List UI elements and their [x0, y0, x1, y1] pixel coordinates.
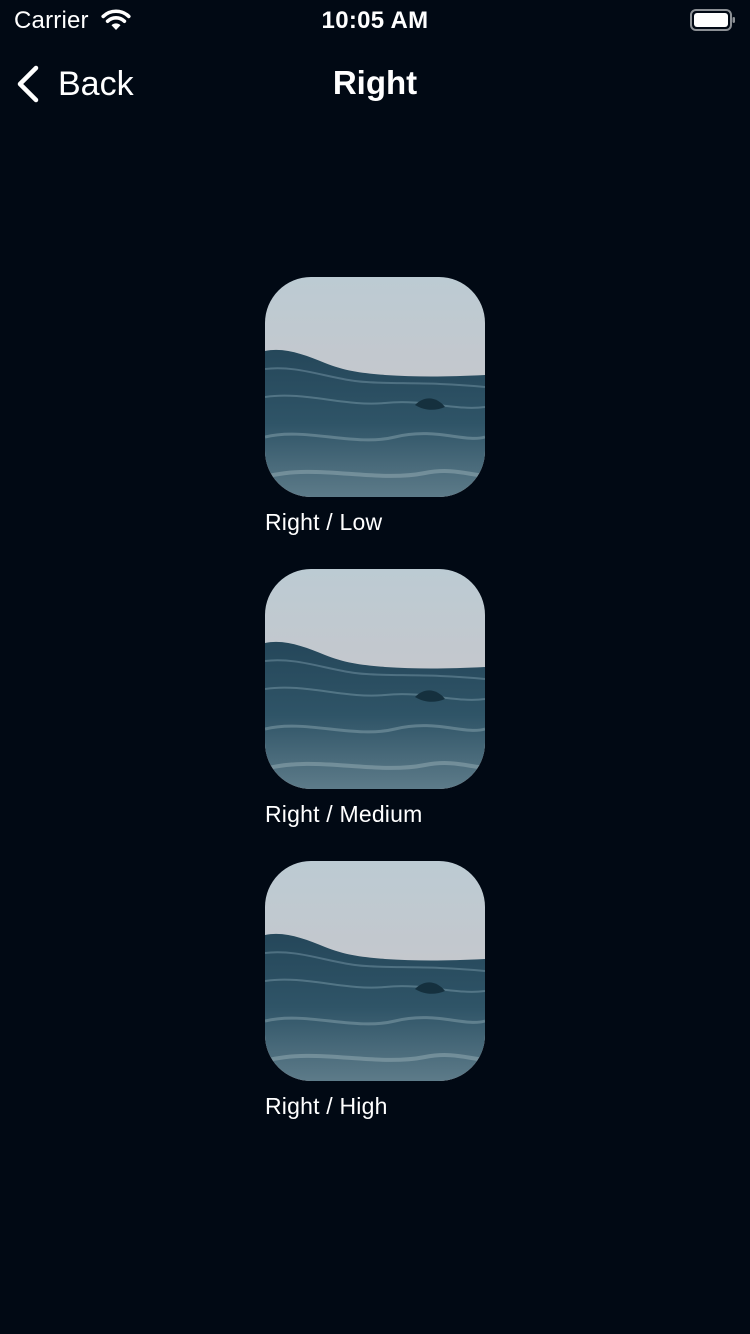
screen: Carrier 10:05 AM Back Right Right / Low … — [0, 0, 750, 1334]
navigation-bar: Back Right — [0, 40, 750, 128]
list-item[interactable]: Right / Low — [265, 277, 485, 536]
tile-label: Right / High — [265, 1093, 388, 1119]
ocean-wave-image — [265, 277, 485, 497]
list-item[interactable]: Right / Medium — [265, 569, 485, 828]
list-item[interactable]: Right / High — [265, 861, 485, 1120]
tile-label: Right / Medium — [265, 801, 423, 827]
page-title: Right — [332, 64, 418, 101]
ocean-wave-image — [265, 569, 485, 789]
tile-label: Right / Low — [265, 509, 383, 535]
status-bar: Carrier 10:05 AM — [0, 0, 750, 40]
ocean-wave-image — [265, 861, 485, 1081]
battery-icon — [690, 9, 735, 31]
status-time: 10:05 AM — [321, 7, 429, 34]
